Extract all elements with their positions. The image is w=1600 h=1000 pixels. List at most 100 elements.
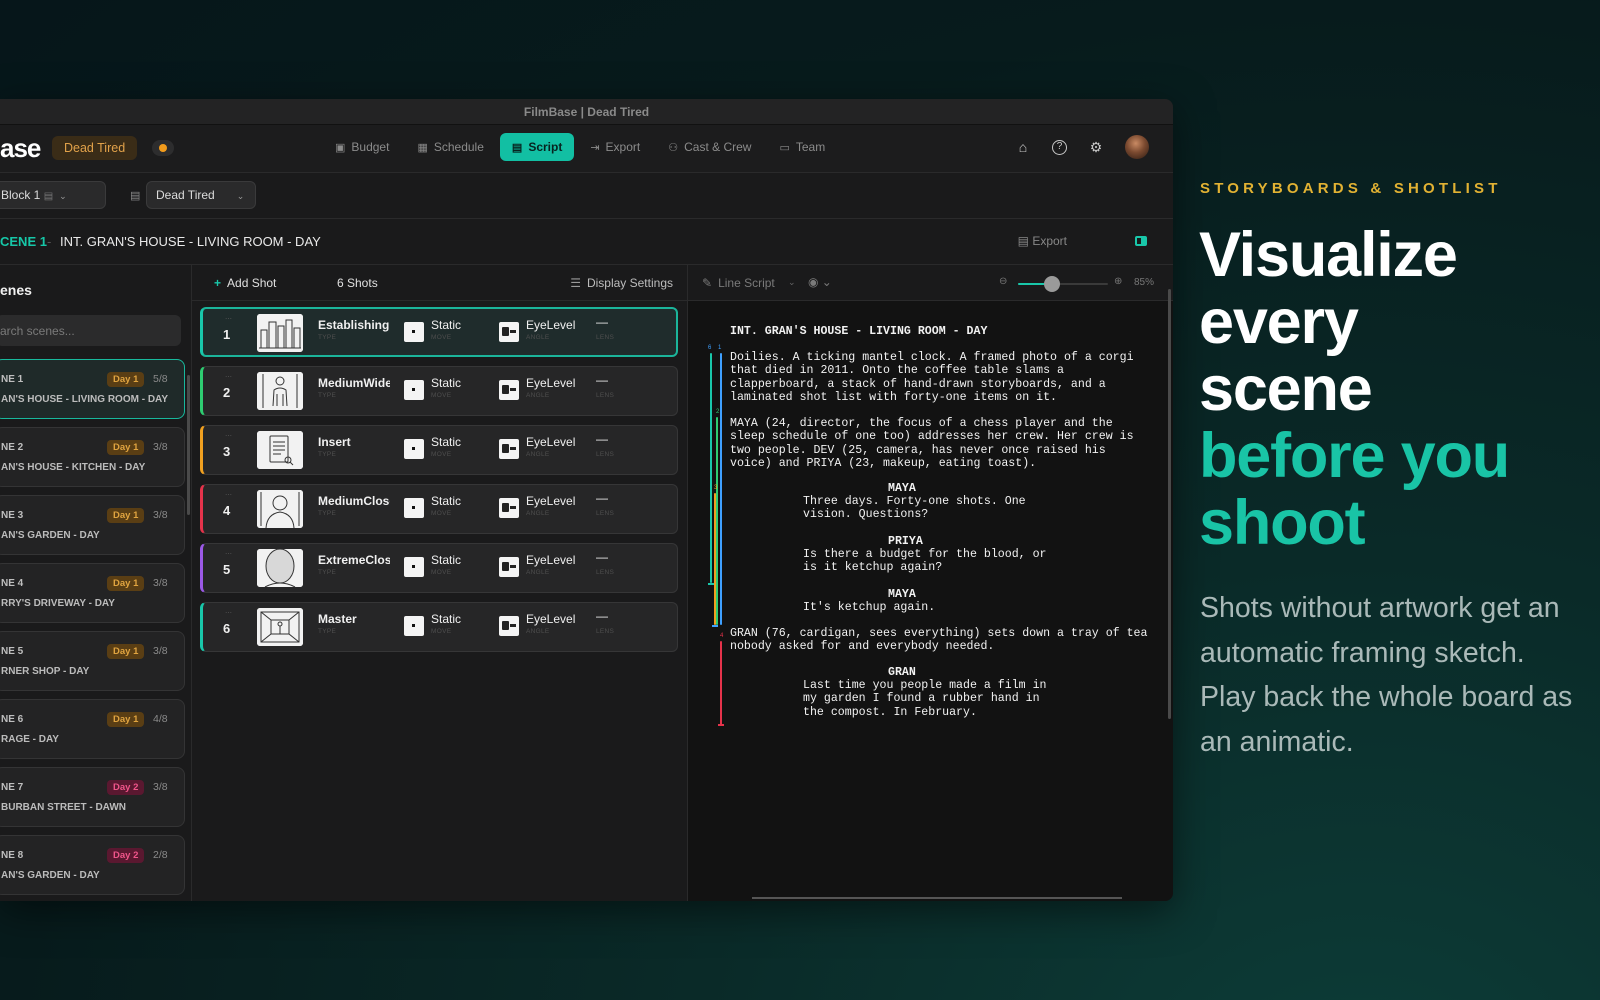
scene-card-number: NE 3 <box>1 510 24 521</box>
script-select[interactable]: Dead Tired ⌄ <box>146 181 256 209</box>
scene-card[interactable]: NE 3 Day 1 3/8 AN'S GARDEN - DAY <box>0 495 185 555</box>
nav-tabs: ▣ Budget ▦ Schedule ▤ Script ⇥ Export ⚇ Cast … <box>323 133 837 161</box>
sliders-icon: ☰ <box>570 276 581 290</box>
zoom-slider-thumb[interactable] <box>1044 276 1061 292</box>
shot-type[interactable]: Master <box>318 612 390 626</box>
line-mark[interactable] <box>714 493 716 625</box>
project-badge[interactable]: Dead Tired <box>52 136 138 160</box>
app-window: FilmBase | Dead Tired ase Dead Tired ▣ Bu… <box>0 99 1173 901</box>
avatar[interactable] <box>1125 135 1149 159</box>
line-mark[interactable] <box>716 417 718 625</box>
shot-thumbnail[interactable] <box>257 431 303 469</box>
shot-number: 3 <box>223 444 231 459</box>
tab-export[interactable]: ⇥ Export <box>578 133 652 161</box>
zoom-in-icon[interactable]: ⊕ <box>1114 276 1122 287</box>
tab-cast-crew[interactable]: ⚇ Cast & Crew <box>656 133 763 161</box>
shot-row[interactable]: ⋯ 6 Master TYPE Static MOVE EyeLevel ANGLE — LENS <box>200 602 678 652</box>
script-action: GRAN (76, cardigan, sees everything) set… <box>730 627 1148 654</box>
shot-lens[interactable]: — <box>596 550 608 564</box>
zoom-slider[interactable] <box>1018 276 1108 292</box>
line-mark[interactable] <box>710 353 712 583</box>
tab-team[interactable]: ▭ Team <box>767 133 837 161</box>
line-script-button[interactable]: ✎ Line Script <box>702 276 775 290</box>
day-badge: Day 1 <box>107 644 145 659</box>
shot-type[interactable]: Insert <box>318 435 390 449</box>
zoom-out-icon[interactable]: ⊖ <box>999 276 1007 287</box>
shot-angle[interactable]: EyeLevel <box>526 494 575 508</box>
shot-type[interactable]: ExtremeClose <box>318 553 390 567</box>
shot-row[interactable]: ⋯ 5 ExtremeClose TYPE Static MOVE EyeLevel ANGL… <box>200 543 678 593</box>
shot-row[interactable]: ⋯ 2 MediumWide TYPE Static MOVE EyeLevel ANGLE —… <box>200 366 678 416</box>
export-button[interactable]: ▤ Export <box>1018 234 1067 248</box>
block-select[interactable]: Block 1 ▤ ⌄ <box>0 181 106 209</box>
shot-move[interactable]: Static <box>431 494 461 508</box>
scene-search-input[interactable] <box>0 315 181 346</box>
tab-script[interactable]: ▤ Script <box>499 133 575 161</box>
shot-angle[interactable]: EyeLevel <box>526 612 575 626</box>
shot-type[interactable]: MediumClose <box>318 494 390 508</box>
shot-move[interactable]: Static <box>431 553 461 567</box>
display-settings-button[interactable]: ☰ Display Settings <box>570 276 673 290</box>
script-horizontal-scrollbar[interactable] <box>752 897 1122 899</box>
scene-card[interactable]: NE 2 Day 1 3/8 AN'S HOUSE - KITCHEN - DAY <box>0 427 185 487</box>
line-mark[interactable] <box>720 353 722 625</box>
scene-card[interactable]: NE 5 Day 1 3/8 RNER SHOP - DAY <box>0 631 185 691</box>
shot-lens[interactable]: — <box>596 491 608 505</box>
script-action: Doilies. A ticking mantel clock. A frame… <box>730 351 1134 404</box>
scene-card[interactable]: NE 8 Day 2 2/8 AN'S GARDEN - DAY <box>0 835 185 895</box>
drag-handle-icon[interactable]: ⋯ <box>225 609 232 617</box>
help-icon[interactable]: ? <box>1052 139 1067 155</box>
shot-row[interactable]: ⋯ 3 Insert TYPE Static MOVE EyeLevel ANGLE — LENS <box>200 425 678 475</box>
shot-type[interactable]: MediumWide <box>318 376 390 390</box>
line-mark[interactable] <box>720 641 722 725</box>
line-label: 3 <box>714 485 718 491</box>
shot-row[interactable]: ⋯ 1 Establishing TYPE Static MOVE EyeLevel ANGL… <box>200 307 678 357</box>
drag-handle-icon[interactable]: ⋯ <box>225 550 232 558</box>
add-shot-button[interactable]: + Add Shot <box>214 276 276 290</box>
scene-card[interactable]: NE 1 Day 1 5/8 AN'S HOUSE - LIVING ROOM - D… <box>0 359 185 419</box>
shot-angle[interactable]: EyeLevel <box>526 435 575 449</box>
shot-angle[interactable]: EyeLevel <box>526 376 575 390</box>
shot-lens[interactable]: — <box>596 609 608 623</box>
shot-move[interactable]: Static <box>431 612 461 626</box>
camera-move-icon <box>404 557 424 577</box>
scene-card[interactable]: NE 7 Day 2 3/8 BURBAN STREET - DAWN <box>0 767 185 827</box>
panel-toggle-icon[interactable] <box>1135 236 1147 246</box>
scene-card-number: NE 6 <box>1 714 24 725</box>
home-icon[interactable]: ⌂ <box>1014 138 1032 156</box>
shot-lens[interactable]: — <box>596 373 608 387</box>
shot-lens[interactable]: — <box>596 315 608 329</box>
tab-budget[interactable]: ▣ Budget <box>323 133 401 161</box>
shot-lens-label: LENS <box>596 334 615 341</box>
display-settings-label: Display Settings <box>586 276 673 290</box>
script-scrollbar[interactable] <box>1168 289 1171 719</box>
shot-thumbnail[interactable] <box>257 608 303 646</box>
shot-move[interactable]: Static <box>431 318 461 332</box>
scenes-scrollbar[interactable] <box>187 375 190 515</box>
drag-handle-icon[interactable]: ⋯ <box>225 315 232 323</box>
shot-thumbnail[interactable] <box>257 314 303 352</box>
shot-thumbnail[interactable] <box>257 490 303 528</box>
scene-card[interactable]: NE 4 Day 1 3/8 RRY'S DRIVEWAY - DAY <box>0 563 185 623</box>
headline-accent: before you shoot <box>1199 421 1510 558</box>
shot-move[interactable]: Static <box>431 376 461 390</box>
eye-icon[interactable]: ◉ ⌄ <box>808 275 832 289</box>
shot-type[interactable]: Establishing <box>318 318 390 332</box>
drag-handle-icon[interactable]: ⋯ <box>225 373 232 381</box>
status-toggle[interactable] <box>152 140 174 156</box>
tab-schedule[interactable]: ▦ Schedule <box>405 133 495 161</box>
shot-angle[interactable]: EyeLevel <box>526 318 575 332</box>
chevron-down-icon[interactable]: ⌄ <box>788 277 796 288</box>
shot-row[interactable]: ⋯ 4 MediumClose TYPE Static MOVE EyeLevel ANGLE… <box>200 484 678 534</box>
drag-handle-icon[interactable]: ⋯ <box>225 491 232 499</box>
shot-move[interactable]: Static <box>431 435 461 449</box>
shot-thumbnail[interactable] <box>257 549 303 587</box>
scene-card[interactable]: NE 6 Day 1 4/8 RAGE - DAY <box>0 699 185 759</box>
shot-lens[interactable]: — <box>596 432 608 446</box>
app-logo[interactable]: ase <box>0 133 41 164</box>
shot-angle[interactable]: EyeLevel <box>526 553 575 567</box>
tab-label: Team <box>795 140 826 154</box>
drag-handle-icon[interactable]: ⋯ <box>225 432 232 440</box>
shot-thumbnail[interactable] <box>257 372 303 410</box>
gear-icon[interactable]: ⚙ <box>1087 138 1105 156</box>
